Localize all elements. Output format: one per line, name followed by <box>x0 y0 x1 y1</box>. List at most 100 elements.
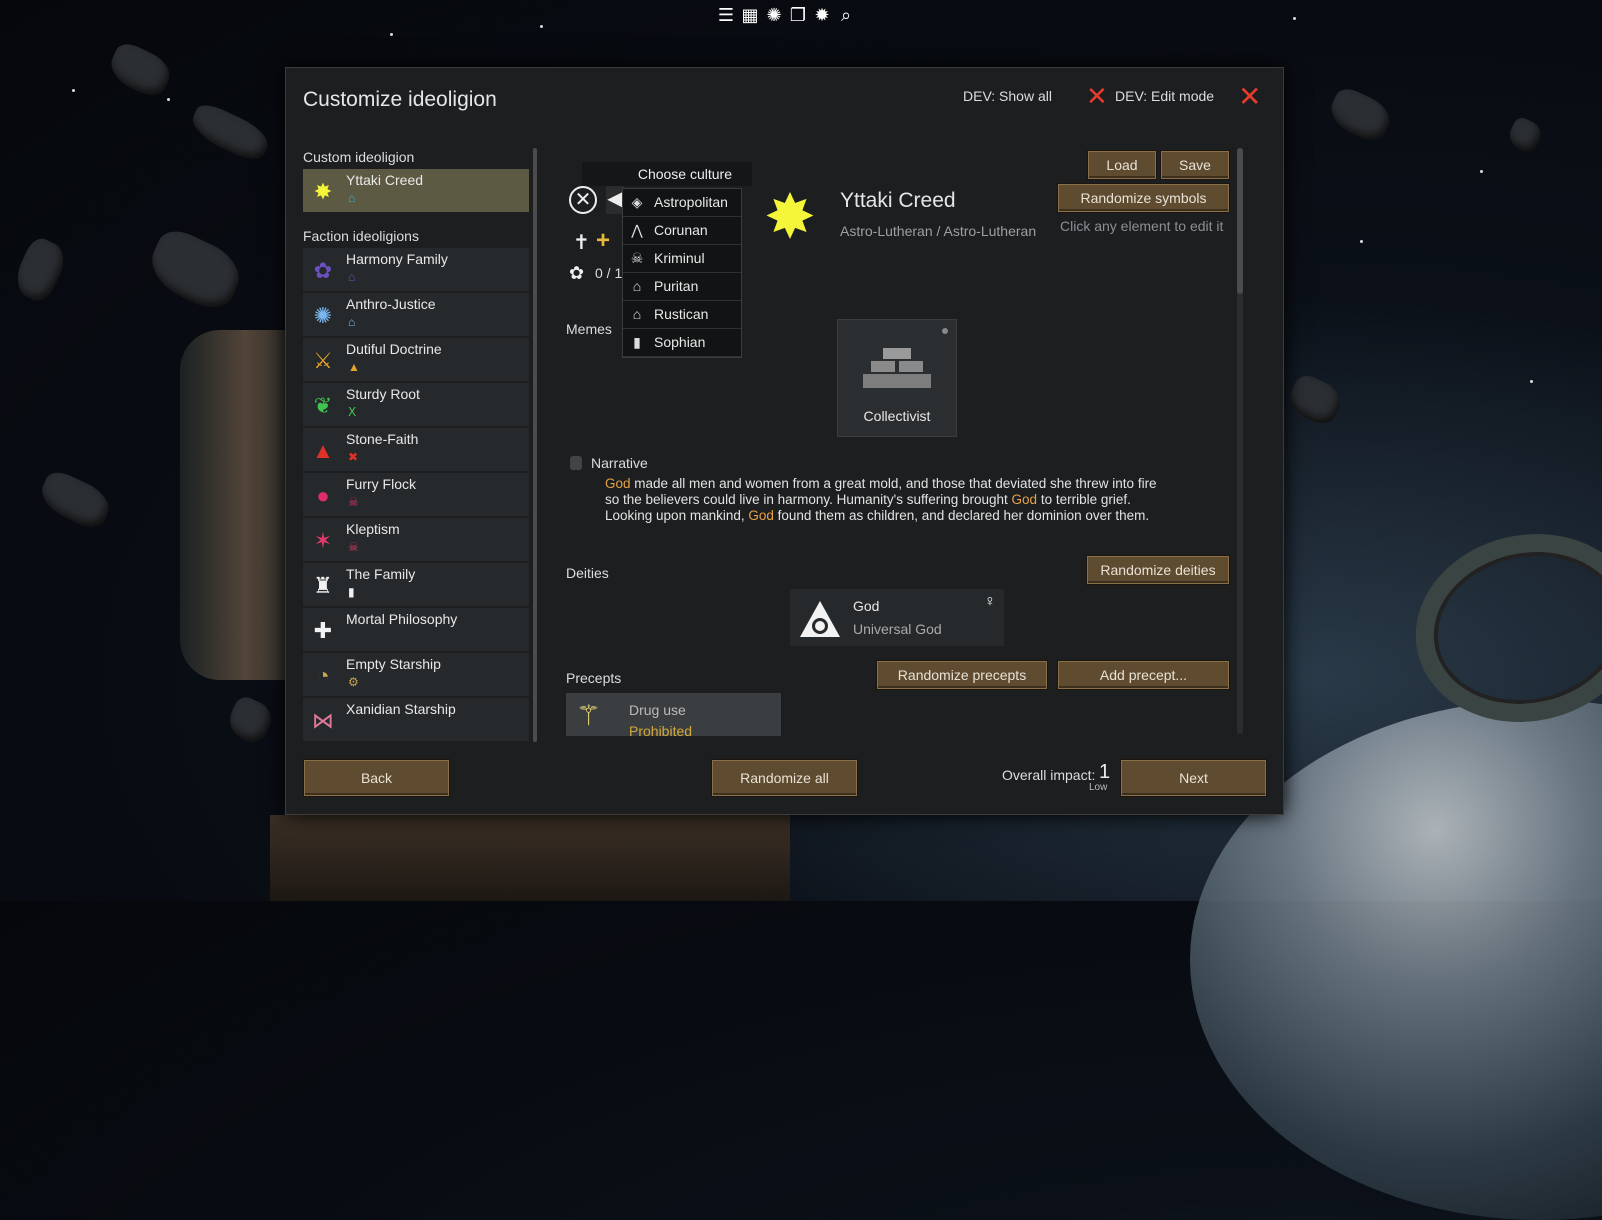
ideoligion-name: Anthro-Justice <box>346 296 436 312</box>
culture-icon: ◈ <box>631 194 643 210</box>
drug-icon: ⚚ <box>576 700 602 731</box>
bow-icon: ⋈ <box>312 708 334 733</box>
ideoligion-name-title[interactable]: Yttaki Creed <box>840 189 956 213</box>
culture-option[interactable]: ⌂ Rustican <box>623 301 741 329</box>
culture-icon: ⌂ <box>348 315 356 329</box>
back-button[interactable]: Back <box>304 760 449 796</box>
scrollbar-thumb[interactable] <box>1237 148 1243 294</box>
precept-card[interactable]: ⚚ Drug use Prohibited <box>566 693 781 736</box>
culture-option-label: Sophian <box>654 334 706 350</box>
next-button[interactable]: Next <box>1121 760 1266 796</box>
splat-icon[interactable]: ✺ <box>764 5 784 25</box>
overall-impact-value: 1 <box>1099 761 1111 783</box>
splat2-icon[interactable]: ✹ <box>812 5 832 25</box>
culture-option[interactable]: ◈ Astropolitan <box>623 189 741 217</box>
randomize-deities-button[interactable]: Randomize deities <box>1087 556 1229 584</box>
add-precept-button[interactable]: Add precept... <box>1058 661 1229 689</box>
culture-option[interactable]: ⋀ Corunan <box>623 217 741 245</box>
table-icon[interactable]: ▦ <box>740 5 760 25</box>
ideoligion-item[interactable]: ✺ Anthro-Justice ⌂ <box>303 293 529 336</box>
bricks-icon <box>863 348 931 388</box>
narrative-text[interactable]: God made all men and women from a great … <box>605 476 1195 524</box>
culture-option-label: Kriminul <box>654 250 705 266</box>
ideoligion-item[interactable]: ⚔ Dutiful Doctrine ▲ <box>303 338 529 381</box>
cross-icon[interactable]: ✝ <box>573 230 590 255</box>
precept-value: Prohibited <box>629 723 693 736</box>
culture-icon: ⌂ <box>348 270 356 284</box>
culture-option[interactable]: ☠ Kriminul <box>623 245 741 273</box>
culture-icon: ☠ <box>348 540 359 554</box>
culture-icon: ▮ <box>348 585 355 599</box>
choose-culture-title: Choose culture <box>582 162 752 186</box>
ideoligion-name: Mortal Philosophy <box>346 611 458 627</box>
ideoligion-item[interactable]: ▲ Stone-Faith ✖ <box>303 428 529 471</box>
remove-culture-icon[interactable]: ✕ <box>569 186 597 214</box>
ideoligion-name: Yttaki Creed <box>346 172 424 188</box>
ideoligion-item-yttaki-creed[interactable]: ✸ Yttaki Creed ⌂ <box>303 169 529 212</box>
culture-option-label: Rustican <box>654 306 709 322</box>
narrative-line: God made all men and women from a great … <box>605 476 1195 492</box>
ideoligion-name: Harmony Family <box>346 251 448 267</box>
compass-icon: ✚ <box>313 618 333 643</box>
randomize-symbols-button[interactable]: Randomize symbols <box>1058 184 1229 212</box>
ideoligion-name: Xanidian Starship <box>346 701 456 717</box>
dev-edit-mode-toggle-icon[interactable]: ✕ <box>1086 83 1108 109</box>
save-button[interactable]: Save <box>1161 151 1229 179</box>
edit-hint: Click any element to edit it <box>1060 218 1224 234</box>
culture-ratio: 0 / 1 <box>595 265 623 281</box>
deities-label: Deities <box>566 565 609 581</box>
ideoligion-item[interactable]: ⋈ Xanidian Starship <box>303 698 529 741</box>
randomize-all-button[interactable]: Randomize all <box>712 760 857 796</box>
ideoligion-item[interactable]: ❦ Sturdy Root Ⅹ <box>303 383 529 426</box>
culture-icon: ⋀ <box>631 222 643 238</box>
ideoligion-item[interactable]: ● Furry Flock ☠ <box>303 473 529 516</box>
culture-option-label: Puritan <box>654 278 699 294</box>
ideoligion-adjective[interactable]: Astro-Lutheran / Astro-Lutheran <box>840 223 1036 239</box>
ideoligion-item[interactable]: ♜ The Family ▮ <box>303 563 529 606</box>
add-icon[interactable]: + <box>596 227 610 255</box>
top-toolbar: ☰ ▦ ✺ ❐ ✹ ⌕ <box>716 5 856 25</box>
deity-reference: God <box>1011 492 1038 507</box>
ideoligion-name: Kleptism <box>346 521 400 537</box>
narrative-label: Narrative <box>591 455 648 471</box>
randomize-precepts-button[interactable]: Randomize precepts <box>877 661 1047 689</box>
culture-options: ◈ Astropolitan ⋀ Corunan ☠ Kriminul ⌂ Puritan ⌂ R… <box>622 188 742 358</box>
claw-icon: ✶ <box>313 528 333 553</box>
narrative-segment: to terrible grief. <box>1037 492 1131 507</box>
narrative-segment: so the believers could live in harmony. … <box>605 492 1012 507</box>
swirl-icon: ◔ <box>316 663 330 688</box>
deity-card[interactable]: God Universal God ♀ <box>790 589 1004 646</box>
culture-option[interactable]: ⌂ Puritan <box>623 273 741 301</box>
customize-ideoligion-dialog: Customize ideoligion DEV: Show all ✕ DEV… <box>285 67 1284 815</box>
magnify-icon[interactable]: ⌕ <box>836 5 856 25</box>
cutlery-icon: ⚔ <box>313 348 333 373</box>
deity-reference: God <box>748 508 774 523</box>
stack-icon[interactable]: ❐ <box>788 5 808 25</box>
star-icon: ✸ <box>313 179 333 204</box>
ideoligion-name: Dutiful Doctrine <box>346 341 442 357</box>
meme-name: Collectivist <box>863 408 931 424</box>
ideoligion-item[interactable]: ✚ Mortal Philosophy <box>303 608 529 651</box>
list-icon[interactable]: ☰ <box>716 5 736 25</box>
ideoligion-item[interactable]: ✿ Harmony Family ⌂ <box>303 248 529 291</box>
culture-option[interactable]: ▮ Sophian <box>623 329 741 357</box>
dev-show-all-button[interactable]: DEV: Show all <box>963 88 1052 104</box>
narrative-line: so the believers could live in harmony. … <box>605 492 1195 508</box>
load-button[interactable]: Load <box>1088 151 1156 179</box>
ideoligion-item[interactable]: ✶ Kleptism ☠ <box>303 518 529 561</box>
meme-card[interactable]: Collectivist <box>837 319 957 437</box>
main-scrollbar[interactable] <box>1237 148 1243 734</box>
triangle-icon: ▲ <box>312 438 334 463</box>
close-icon[interactable]: ✕ <box>1238 83 1261 111</box>
flower-icon: ✿ <box>313 258 333 283</box>
narrative-segment: made all men and women from a great mold… <box>630 476 1157 491</box>
ideoligion-name: Stone-Faith <box>346 431 419 447</box>
custom-ideoligion-header: Custom ideoligion <box>303 149 415 165</box>
dev-edit-mode-button[interactable]: DEV: Edit mode <box>1115 88 1214 104</box>
culture-icon: ⌂ <box>632 278 642 294</box>
ideoligion-item[interactable]: ◔ Empty Starship ⚙ <box>303 653 529 696</box>
ideoligion-symbol-icon[interactable]: ✸ <box>760 186 820 250</box>
culture-icon: ⌂ <box>632 306 642 322</box>
lock-icon[interactable] <box>570 456 582 470</box>
left-scrollbar[interactable] <box>533 148 537 742</box>
